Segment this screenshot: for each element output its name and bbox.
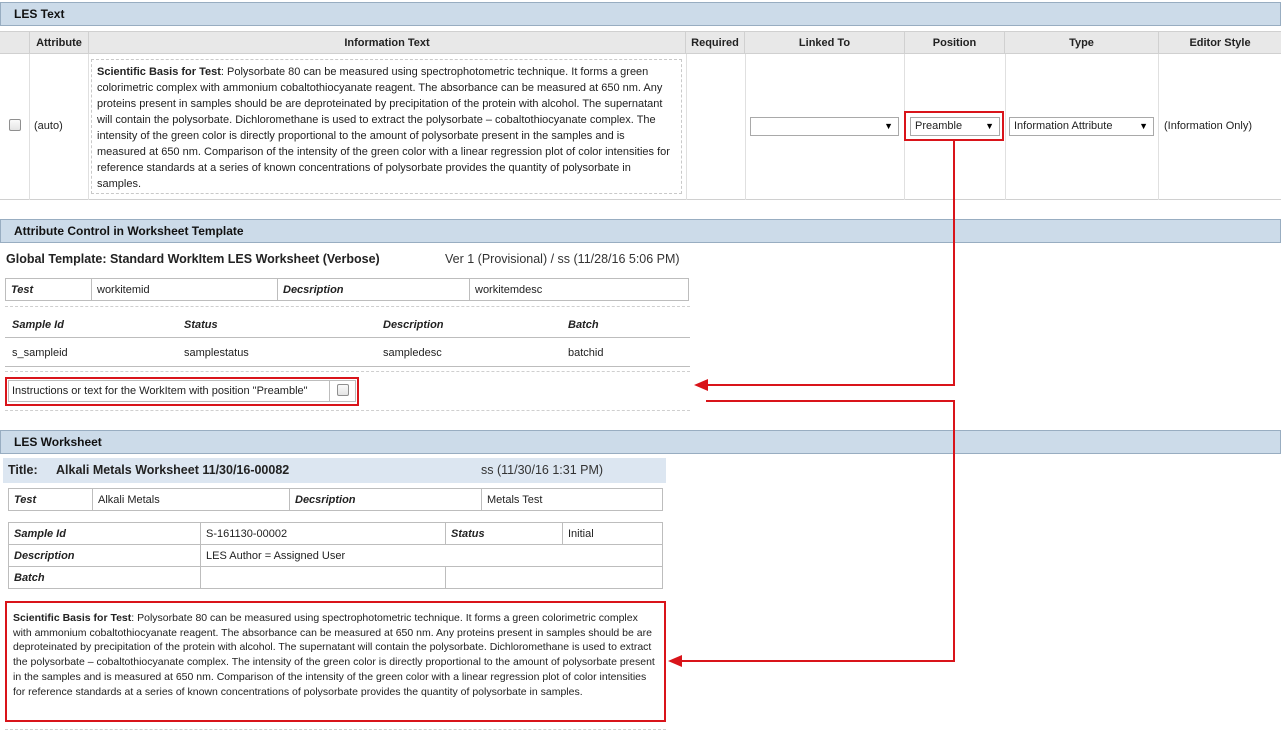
template-test-table: Test workitemid Decsription workitemdesc [5,278,689,301]
info-text-label: Scientific Basis for Test [97,66,221,78]
connector-line [682,660,955,662]
description-label: Decsription [289,488,482,511]
column-divider [88,54,89,200]
sample-id-label: Sample Id [8,522,201,545]
dropdown-arrow-icon: ▼ [1139,121,1148,131]
column-divider [29,54,30,200]
connector-line [706,384,955,386]
les-text-grid-header: Attribute Information Text Required Link… [0,31,1281,54]
column-header-required[interactable]: Required [686,32,745,54]
position-highlight-box [904,111,1004,141]
column-header-editor-style[interactable]: Editor Style [1159,32,1281,54]
connector-line [706,400,955,402]
worksheet-information-text: Scientific Basis for Test: Polysorbate 8… [5,601,666,722]
connector-line [953,141,955,386]
les-text-section-header: LES Text [0,2,1281,26]
column-divider [686,54,687,200]
arrow-left-icon [694,379,708,391]
status-label: Status [445,522,563,545]
description-value: sampledesc [383,347,442,359]
editor-style-value: (Information Only) [1164,120,1253,132]
arrow-left-icon [668,655,682,667]
status-value: Initial [562,522,663,545]
info-text-body: : Polysorbate 80 can be measured using s… [13,612,655,698]
batch-value: batchid [568,347,604,359]
column-header-information-text[interactable]: Information Text [89,32,686,54]
divider [5,366,690,367]
test-label: Test [8,488,93,511]
attribute-value: (auto) [34,120,63,132]
les-text-row: (auto) Scientific Basis for Test: Polyso… [0,54,1281,200]
les-worksheet-section-header: LES Worksheet [0,430,1281,454]
info-text-label: Scientific Basis for Test [13,612,132,624]
connector-line [953,400,955,662]
column-divider [1005,54,1006,200]
status-value: samplestatus [184,347,249,359]
divider [5,371,690,372]
test-label: Test [5,278,92,301]
worksheet-title-bar: Title: Alkali Metals Worksheet 11/30/16-… [3,458,666,483]
dropdown-arrow-icon: ▼ [884,121,893,131]
empty-cell [445,566,663,589]
column-header-type[interactable]: Type [1005,32,1159,54]
sample-id-value: S-161130-00002 [200,522,446,545]
column-divider [1158,54,1159,200]
sample-id-header: Sample Id [12,319,64,331]
preamble-highlight-box [5,377,359,406]
status-header: Status [184,319,218,331]
select-column-header [0,32,30,54]
column-divider [745,54,746,200]
divider [5,306,690,307]
information-text-field[interactable]: Scientific Basis for Test: Polysorbate 8… [91,59,682,194]
batch-label: Batch [8,566,201,589]
template-version: Ver 1 (Provisional) / ss (11/28/16 5:06 … [445,252,680,266]
type-value: Information Attribute [1014,120,1113,132]
test-value: Alkali Metals [92,488,290,511]
worksheet-sample-table: Sample Id S-161130-00002 Status Initial … [8,522,663,589]
column-header-attribute[interactable]: Attribute [30,32,89,54]
worksheet-test-table: Test Alkali Metals Decsription Metals Te… [8,488,663,511]
worksheet-title: Alkali Metals Worksheet 11/30/16-00082 [56,463,290,477]
batch-header: Batch [568,319,599,331]
description-label: Description [8,544,201,567]
row-select-checkbox[interactable] [9,119,21,131]
test-value: workitemid [91,278,278,301]
description-label: Decsription [277,278,470,301]
worksheet-meta: ss (11/30/16 1:31 PM) [481,463,604,477]
worksheet-title-label: Title: [8,463,38,477]
batch-value [200,566,446,589]
column-header-linked-to[interactable]: Linked To [745,32,905,54]
template-title: Global Template: Standard WorkItem LES W… [6,252,380,266]
info-text-body: : Polysorbate 80 can be measured using s… [97,66,670,190]
linked-to-select[interactable]: ▼ [750,117,899,136]
description-value: workitemdesc [469,278,689,301]
description-header: Description [383,319,444,331]
divider [5,729,666,730]
divider [5,337,690,338]
type-select[interactable]: Information Attribute ▼ [1009,117,1154,136]
description-value: LES Author = Assigned User [200,544,663,567]
column-header-position[interactable]: Position [905,32,1005,54]
attribute-control-section-header: Attribute Control in Worksheet Template [0,219,1281,243]
sample-id-value: s_sampleid [12,347,68,359]
divider [5,410,690,411]
description-value: Metals Test [481,488,663,511]
